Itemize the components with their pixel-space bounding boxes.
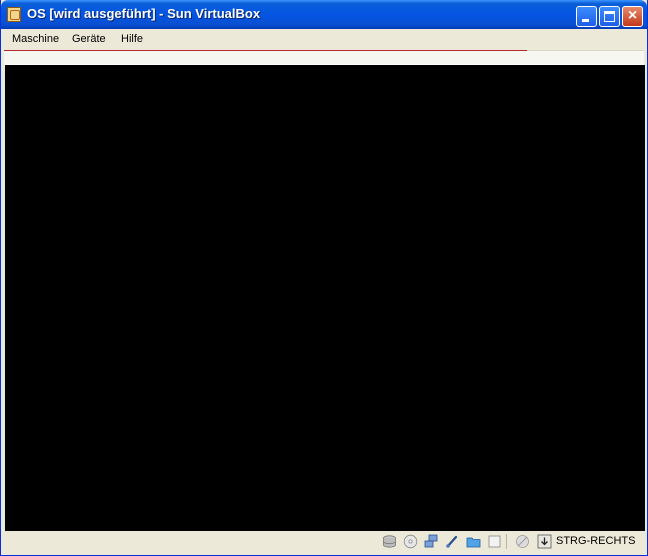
keyboard-capture-icon[interactable] — [537, 534, 552, 549]
cd-dvd-icon[interactable] — [403, 534, 418, 549]
shared-folders-icon[interactable] — [466, 534, 481, 549]
vm-display[interactable] — [5, 65, 645, 531]
menu-bar: Maschine Geräte Hilfe — [4, 30, 644, 50]
toolbar-strip — [4, 50, 644, 65]
network-icon[interactable] — [424, 534, 439, 549]
progress-line — [4, 50, 527, 51]
minimize-button[interactable] — [576, 6, 597, 27]
virtualbox-app-icon[interactable] — [7, 7, 21, 22]
host-key-label: STRG-RECHTS — [556, 535, 636, 547]
menu-maschine[interactable]: Maschine — [12, 33, 59, 45]
hard-disk-icon[interactable] — [382, 534, 397, 549]
status-bar: STRG-RECHTS — [4, 531, 644, 552]
mouse-integration-icon[interactable] — [515, 534, 530, 549]
window-title: OS [wird ausgeführt] - Sun VirtualBox — [27, 6, 261, 21]
title-bar[interactable]: OS [wird ausgeführt] - Sun VirtualBox × — [1, 0, 647, 29]
menu-hilfe[interactable]: Hilfe — [121, 33, 143, 45]
display-icon[interactable] — [487, 534, 502, 549]
usb-icon[interactable] — [445, 534, 460, 549]
close-button[interactable]: × — [622, 6, 643, 27]
close-icon: × — [627, 7, 638, 24]
statusbar-separator — [506, 534, 507, 549]
maximize-button[interactable] — [599, 6, 620, 27]
menu-geraete[interactable]: Geräte — [72, 33, 106, 45]
maximize-icon — [604, 11, 615, 22]
minimize-icon — [582, 19, 589, 22]
virtualbox-window: OS [wird ausgeführt] - Sun VirtualBox × … — [0, 0, 648, 556]
